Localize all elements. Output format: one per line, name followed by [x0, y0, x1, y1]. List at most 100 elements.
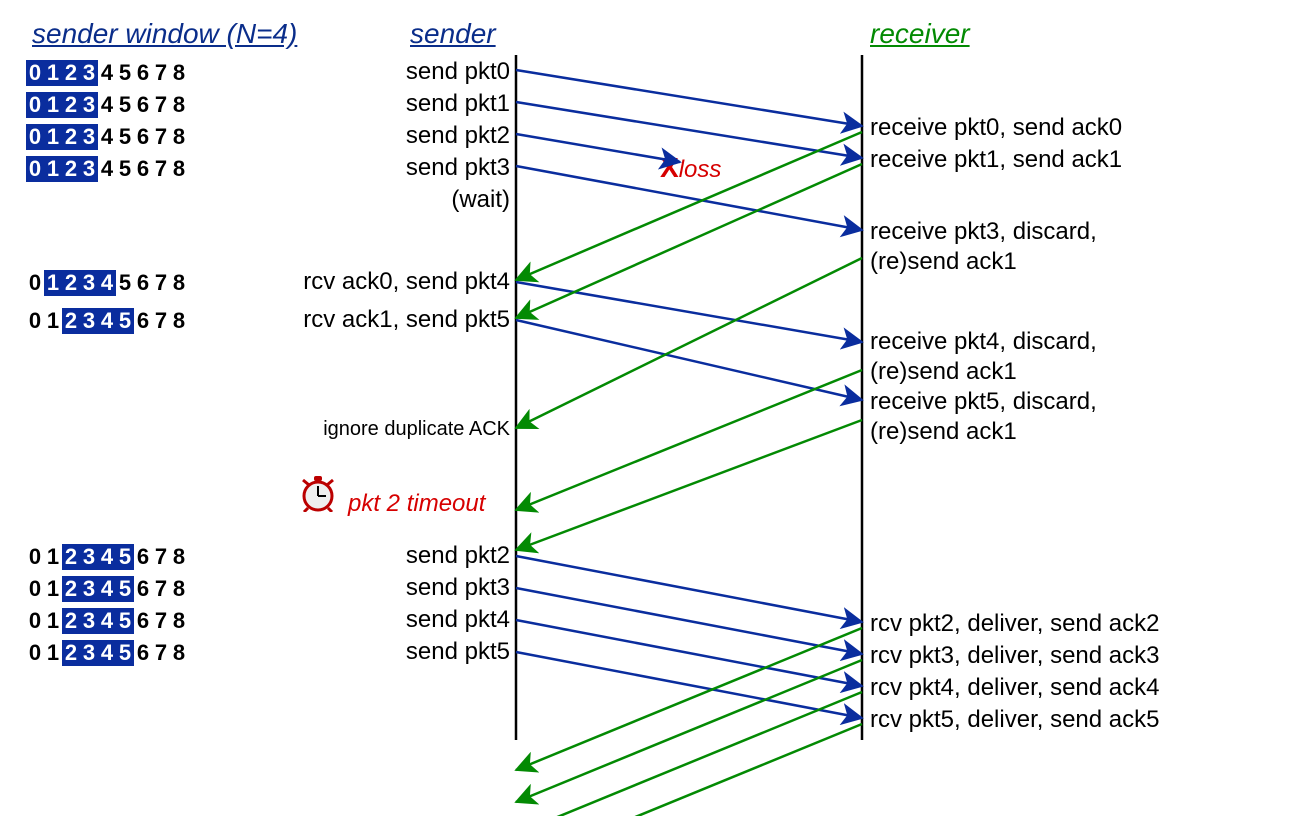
window-cell: 3: [80, 92, 98, 118]
sender-event: send pkt0: [406, 58, 510, 86]
window-cell: 1: [44, 124, 62, 150]
window-cell: 6: [134, 576, 152, 602]
window-cell: 8: [170, 576, 188, 602]
window-row: 012345678: [26, 576, 188, 602]
sender-event: send pkt5: [406, 638, 510, 666]
receiver-event: rcv pkt3, deliver, send ack3: [870, 642, 1159, 670]
window-cell: 0: [26, 92, 44, 118]
receiver-heading: receiver: [870, 18, 970, 50]
sender-event: (wait): [451, 186, 510, 214]
sender-event: rcv ack1, send pkt5: [303, 306, 510, 334]
window-row: 012345678: [26, 608, 188, 634]
window-row: 012345678: [26, 270, 188, 296]
receiver-event: (re)send ack1: [870, 418, 1017, 446]
window-cell: 7: [152, 608, 170, 634]
window-row: 012345678: [26, 308, 188, 334]
ignore-duplicate-ack-label: ignore duplicate ACK: [323, 418, 510, 441]
window-cell: 7: [152, 544, 170, 570]
window-heading: sender window (N=4): [32, 18, 297, 50]
sender-event: rcv ack0, send pkt4: [303, 268, 510, 296]
window-cell: 1: [44, 544, 62, 570]
receiver-event: receive pkt0, send ack0: [870, 114, 1122, 142]
x-icon: X: [660, 152, 679, 183]
window-row: 012345678: [26, 640, 188, 666]
window-cell: 2: [62, 270, 80, 296]
window-row: 012345678: [26, 60, 188, 86]
window-cell: 8: [170, 308, 188, 334]
window-cell: 0: [26, 156, 44, 182]
window-cell: 0: [26, 544, 44, 570]
window-cell: 1: [44, 60, 62, 86]
window-cell: 2: [62, 608, 80, 634]
window-cell: 2: [62, 544, 80, 570]
window-cell: 3: [80, 156, 98, 182]
window-cell: 3: [80, 608, 98, 634]
window-cell: 4: [98, 156, 116, 182]
sender-event: send pkt3: [406, 154, 510, 182]
window-cell: 6: [134, 308, 152, 334]
window-cell: 4: [98, 270, 116, 296]
window-cell: 1: [44, 308, 62, 334]
window-cell: 4: [98, 576, 116, 602]
alarm-clock-icon: [296, 472, 340, 512]
window-cell: 8: [170, 608, 188, 634]
window-cell: 1: [44, 640, 62, 666]
receiver-event: rcv pkt5, deliver, send ack5: [870, 706, 1159, 734]
window-cell: 4: [98, 124, 116, 150]
receiver-event: rcv pkt4, deliver, send ack4: [870, 674, 1159, 702]
window-cell: 6: [134, 124, 152, 150]
window-cell: 1: [44, 92, 62, 118]
window-cell: 0: [26, 640, 44, 666]
window-cell: 5: [116, 308, 134, 334]
window-cell: 3: [80, 270, 98, 296]
window-cell: 6: [134, 608, 152, 634]
window-cell: 7: [152, 60, 170, 86]
window-cell: 0: [26, 576, 44, 602]
window-cell: 2: [62, 576, 80, 602]
window-cell: 5: [116, 156, 134, 182]
window-cell: 6: [134, 156, 152, 182]
receiver-event: receive pkt5, discard,: [870, 388, 1097, 416]
window-cell: 7: [152, 92, 170, 118]
window-cell: 8: [170, 640, 188, 666]
window-cell: 4: [98, 92, 116, 118]
window-cell: 7: [152, 124, 170, 150]
window-cell: 4: [98, 60, 116, 86]
window-cell: 0: [26, 60, 44, 86]
window-cell: 4: [98, 640, 116, 666]
window-cell: 4: [98, 608, 116, 634]
window-cell: 5: [116, 576, 134, 602]
window-cell: 2: [62, 640, 80, 666]
window-cell: 2: [62, 156, 80, 182]
window-cell: 3: [80, 576, 98, 602]
window-cell: 5: [116, 124, 134, 150]
window-cell: 2: [62, 124, 80, 150]
window-cell: 4: [98, 308, 116, 334]
window-cell: 8: [170, 156, 188, 182]
window-row: 012345678: [26, 124, 188, 150]
window-cell: 7: [152, 156, 170, 182]
window-cell: 0: [26, 270, 44, 296]
window-cell: 5: [116, 640, 134, 666]
window-cell: 7: [152, 640, 170, 666]
window-cell: 8: [170, 270, 188, 296]
window-cell: 0: [26, 608, 44, 634]
sender-event: send pkt2: [406, 542, 510, 570]
window-cell: 5: [116, 60, 134, 86]
sender-event: send pkt2: [406, 122, 510, 150]
window-cell: 3: [80, 640, 98, 666]
window-cell: 7: [152, 308, 170, 334]
sender-event: send pkt1: [406, 90, 510, 118]
window-row: 012345678: [26, 544, 188, 570]
window-cell: 6: [134, 544, 152, 570]
receiver-event: receive pkt1, send ack1: [870, 146, 1122, 174]
window-cell: 3: [80, 124, 98, 150]
receiver-event: rcv pkt2, deliver, send ack2: [870, 610, 1159, 638]
receiver-event: receive pkt4, discard,: [870, 328, 1097, 356]
window-cell: 0: [26, 308, 44, 334]
receiver-event: (re)send ack1: [870, 358, 1017, 386]
loss-label: loss: [679, 156, 722, 183]
loss-marker: Xloss: [660, 152, 721, 184]
window-row: 012345678: [26, 92, 188, 118]
window-cell: 1: [44, 576, 62, 602]
